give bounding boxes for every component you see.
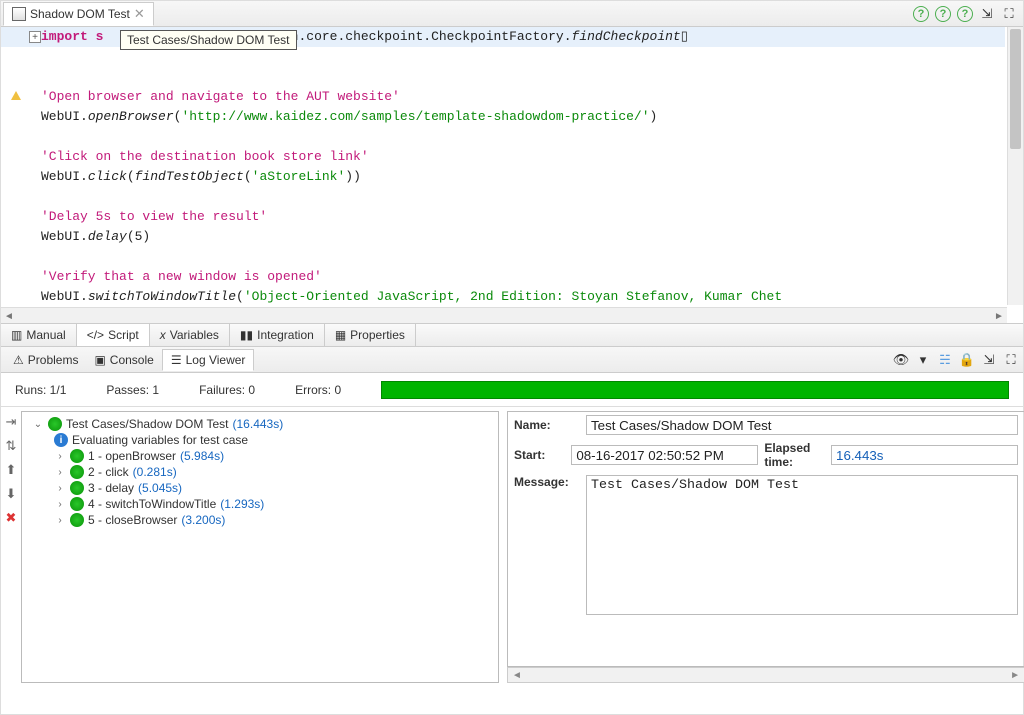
collapse-icon[interactable]: ⇲ — [979, 6, 995, 22]
scroll-left-icon[interactable]: ◄ — [508, 670, 526, 681]
errors-count: Errors: 0 — [295, 383, 341, 397]
editor-tab[interactable]: Shadow DOM Test ✕ — [3, 2, 154, 26]
tab-integration[interactable]: ▮▮ Integration — [230, 324, 325, 346]
elapsed-field[interactable] — [831, 445, 1018, 465]
tree-item-label: 3 - delay — [88, 481, 134, 495]
scroll-right-icon[interactable]: ► — [991, 308, 1007, 323]
detail-scrollbar[interactable]: ◄ ► — [507, 667, 1024, 683]
tree-item-duration: (3.200s) — [181, 513, 225, 527]
tooltip: Test Cases/Shadow DOM Test — [120, 30, 297, 50]
watch-icon[interactable]: 👁 — [893, 352, 909, 368]
tree-item-label: 5 - closeBrowser — [88, 513, 177, 527]
help-icon[interactable]: ? — [935, 6, 951, 22]
failures-count: Failures: 0 — [199, 383, 255, 397]
step-down-icon[interactable]: ⬇ — [1, 485, 21, 503]
name-label: Name: — [514, 418, 580, 432]
fold-plus-icon[interactable]: + — [29, 31, 41, 43]
close-icon[interactable]: ✕ — [134, 6, 145, 22]
tab-problems[interactable]: ⚠ Problems — [5, 349, 86, 371]
expand-v-icon[interactable]: ⇅ — [1, 437, 21, 455]
tree-item-label: 1 - openBrowser — [88, 449, 176, 463]
tab-variables[interactable]: x Variables — [150, 324, 230, 346]
results-tree[interactable]: ⌄ Test Cases/Shadow DOM Test (16.443s) i… — [21, 411, 499, 683]
help-icon[interactable]: ? — [957, 6, 973, 22]
clear-icon[interactable]: ✖ — [1, 509, 21, 527]
horizontal-scrollbar[interactable]: ◄ ► — [1, 307, 1007, 323]
pass-icon — [70, 449, 84, 463]
scroll-left-icon[interactable]: ◄ — [1, 308, 17, 323]
pass-icon — [70, 481, 84, 495]
tree-item-duration: (5.045s) — [138, 481, 182, 495]
pass-icon — [48, 417, 62, 431]
vertical-scrollbar[interactable] — [1007, 27, 1023, 305]
tree-root-duration: (16.443s) — [233, 417, 284, 431]
detail-panel: Name: Start: Elapsed time: Message: — [507, 411, 1024, 667]
pass-icon — [70, 497, 84, 511]
testcase-icon — [12, 7, 26, 21]
code-editor[interactable]: import s on.core.checkpoint.CheckpointFa… — [41, 27, 1003, 305]
message-label: Message: — [514, 475, 580, 489]
expand-icon[interactable]: › — [54, 483, 66, 494]
expand-icon[interactable]: › — [54, 467, 66, 478]
step-up-icon[interactable]: ⬆ — [1, 461, 21, 479]
maximize-icon[interactable]: ⛶ — [1003, 352, 1019, 368]
tree-item-duration: (1.293s) — [220, 497, 264, 511]
tab-manual[interactable]: ▥ Manual — [1, 324, 77, 346]
runs-count: Runs: 1/1 — [15, 383, 66, 397]
info-icon: i — [54, 433, 68, 447]
tree-item-label: 2 - click — [88, 465, 129, 479]
expand-icon[interactable]: › — [54, 515, 66, 526]
pass-icon — [70, 465, 84, 479]
pass-icon — [70, 513, 84, 527]
tab-console[interactable]: ▣ Console — [86, 349, 161, 371]
tree-item-duration: (5.984s) — [180, 449, 224, 463]
expand-icon[interactable]: ⌄ — [32, 419, 44, 430]
expand-h-icon[interactable]: ⇥ — [1, 413, 21, 431]
tab-log-viewer[interactable]: ☰ Log Viewer — [162, 349, 255, 371]
help-icon[interactable]: ? — [913, 6, 929, 22]
tree-eval-label: Evaluating variables for test case — [72, 433, 248, 447]
tree-item-label: 4 - switchToWindowTitle — [88, 497, 216, 511]
tree-view-icon[interactable]: ☵ — [937, 352, 953, 368]
maximize-icon[interactable]: ⛶ — [1001, 6, 1017, 22]
passes-count: Passes: 1 — [106, 383, 159, 397]
elapsed-label: Elapsed time: — [764, 441, 825, 469]
expand-icon[interactable]: › — [54, 451, 66, 462]
tab-script[interactable]: </> Script — [77, 324, 150, 346]
lock-icon[interactable]: 🔒 — [959, 352, 975, 368]
tab-properties[interactable]: ▦ Properties — [325, 324, 416, 346]
expand-icon[interactable]: › — [54, 499, 66, 510]
progress-bar — [381, 381, 1009, 399]
warning-icon — [11, 91, 21, 100]
message-field[interactable] — [586, 475, 1018, 615]
tree-item-duration: (0.281s) — [133, 465, 177, 479]
tree-root-label: Test Cases/Shadow DOM Test — [66, 417, 229, 431]
dropdown-icon[interactable]: ▾ — [915, 352, 931, 368]
collapse-icon[interactable]: ⇲ — [981, 352, 997, 368]
name-field[interactable] — [586, 415, 1018, 435]
start-label: Start: — [514, 448, 565, 462]
start-field[interactable] — [571, 445, 758, 465]
scroll-right-icon[interactable]: ► — [1006, 670, 1024, 681]
editor-tab-title: Shadow DOM Test — [30, 7, 130, 21]
